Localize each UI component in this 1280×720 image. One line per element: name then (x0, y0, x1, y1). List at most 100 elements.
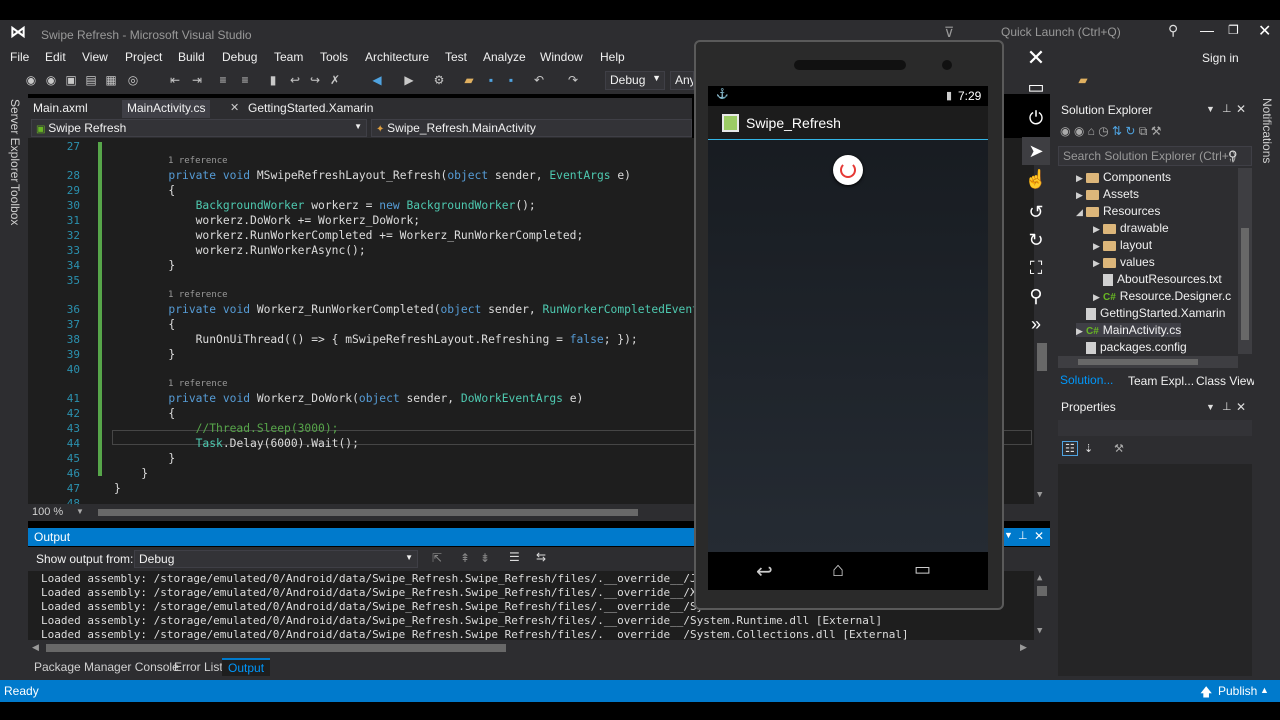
scroll-down-icon[interactable]: ▼ (1037, 490, 1042, 500)
panel-menu-icon[interactable]: ▼ (1206, 402, 1215, 412)
toolbox-tab[interactable]: Toolbox (8, 184, 22, 225)
publish-chevron-icon[interactable]: ▲ (1260, 685, 1269, 695)
clear-bookmarks-icon[interactable]: ✗ (328, 73, 342, 87)
expand-arrow-icon[interactable]: ▶ (1076, 190, 1086, 201)
find-message-icon[interactable]: ⇱ (432, 551, 442, 565)
tab-output[interactable]: Output (222, 658, 271, 676)
tree-item[interactable]: GettingStarted.Xamarin (1076, 306, 1225, 320)
tab-mainactivity-cs[interactable]: MainActivity.cs (122, 100, 211, 118)
project-dropdown[interactable]: ▣ Swipe Refresh ▼ (31, 119, 367, 137)
sync-icon[interactable]: ⇅ (1112, 124, 1125, 138)
scroll-up-icon[interactable]: ▲ (1037, 573, 1042, 583)
new-project-icon[interactable]: ▣ (64, 73, 78, 87)
menu-view[interactable]: View (82, 50, 108, 64)
menu-test[interactable]: Test (445, 50, 467, 64)
navigate-back-icon[interactable]: ◀ (370, 73, 384, 87)
open-folder-icon[interactable]: ▰ (462, 73, 476, 87)
expand-arrow-icon[interactable]: ▶ (1093, 241, 1103, 252)
tree-item[interactable]: AboutResources.txt (1093, 272, 1222, 286)
reference-count[interactable]: 1 reference (168, 379, 228, 389)
server-explorer-tab[interactable]: Server Explorer (8, 99, 22, 182)
undo-icon[interactable]: ↶ (532, 73, 546, 87)
save-all-icon[interactable]: ◎ (126, 73, 140, 87)
save-all-files-icon[interactable]: ▪ (504, 73, 518, 87)
rotate-right-icon[interactable]: ↻ (1022, 226, 1050, 254)
quick-launch-input[interactable]: Quick Launch (Ctrl+Q) (1001, 25, 1121, 39)
wrench-icon[interactable]: ⚒ (1151, 124, 1162, 138)
panel-menu-icon[interactable]: ▼ (1004, 530, 1013, 540)
bookmark-icon[interactable]: ▮ (266, 73, 280, 87)
configuration-dropdown[interactable]: Debug ▼ (605, 71, 665, 90)
tree-item[interactable]: ▶ C# MainActivity.cs (1076, 323, 1182, 337)
comment-icon[interactable]: ≡ (216, 73, 230, 87)
save-file-icon[interactable]: ▪ (484, 73, 498, 87)
pin-icon[interactable]: ⊥ (1018, 529, 1028, 542)
tab-package-manager-console[interactable]: Package Manager Console (34, 660, 179, 674)
close-emulator-icon[interactable]: ✕ (1022, 44, 1050, 72)
next-message-icon[interactable]: ⇟ (480, 551, 490, 565)
scroll-thumb[interactable] (1241, 228, 1249, 340)
history-icon[interactable]: ◷ (1098, 124, 1112, 138)
next-bookmark-icon[interactable]: ↪ (308, 73, 322, 87)
publish-icon[interactable]: 🡅 (1200, 683, 1212, 704)
close-panel-icon[interactable]: ✕ (1236, 400, 1246, 414)
zoom-level[interactable]: 100 % (32, 506, 63, 518)
menu-architecture[interactable]: Architecture (365, 50, 429, 64)
search-icon[interactable]: ⚲ (1228, 148, 1238, 164)
back-icon[interactable]: ◉ (1060, 124, 1074, 138)
home-icon[interactable]: ⌂ (1088, 124, 1099, 138)
forward-icon[interactable]: ◉ (44, 73, 58, 87)
tree-item[interactable]: ▶ drawable (1093, 221, 1169, 235)
scroll-left-icon[interactable]: ◀ (32, 642, 39, 653)
word-wrap-icon[interactable]: ⇆ (536, 550, 546, 564)
tab-class-view[interactable]: Class View (1196, 374, 1255, 388)
collapse-icon[interactable]: ⧉ (1139, 124, 1151, 138)
pointer-icon[interactable]: ➤ (1022, 137, 1050, 165)
emulator-screen[interactable]: ⚓ ▮ 7:29 Swipe_Refresh (708, 86, 988, 552)
close-panel-icon[interactable]: ✕ (1236, 102, 1246, 116)
publish-button[interactable]: Publish (1218, 684, 1257, 698)
close-tab-icon[interactable]: ✕ (230, 101, 239, 114)
menu-team[interactable]: Team (274, 50, 303, 64)
tree-item[interactable]: packages.config (1076, 340, 1187, 354)
tree-item[interactable]: ▶ Assets (1076, 187, 1139, 201)
output-source-dropdown[interactable]: Debug ▼ (134, 550, 418, 568)
back-icon[interactable]: ◉ (24, 73, 38, 87)
minimize-emulator-icon[interactable]: ▭ (1022, 73, 1050, 101)
reference-count[interactable]: 1 reference (168, 156, 228, 166)
expand-arrow-icon[interactable]: ▶ (1093, 224, 1103, 235)
menu-help[interactable]: Help (600, 50, 625, 64)
search-icon[interactable]: ⚲ (1168, 22, 1178, 39)
refresh-icon[interactable]: ↻ (1125, 124, 1138, 138)
menu-debug[interactable]: Debug (222, 50, 257, 64)
touch-icon[interactable]: ☝ (1022, 165, 1050, 193)
output-horizontal-scrollbar[interactable]: ◀ ▶ (28, 640, 1050, 656)
build-icon[interactable]: ⚙ (432, 73, 446, 87)
alphabetical-icon[interactable]: ⇣ (1084, 442, 1093, 455)
uncomment-icon[interactable]: ≡ (238, 73, 252, 87)
output-vertical-scrollbar[interactable]: ▲ ▼ (1034, 571, 1050, 640)
filter-icon[interactable]: ⊽ (944, 24, 954, 41)
forward-icon[interactable]: ◉ (1074, 124, 1088, 138)
tree-item[interactable]: ▶ values (1093, 255, 1155, 269)
restore-button[interactable]: ❐ (1228, 23, 1239, 37)
indent-icon[interactable]: ⇤ (168, 73, 182, 87)
fit-screen-icon[interactable]: ⛶ (1022, 254, 1050, 282)
tree-item[interactable]: ◢ Resources (1076, 204, 1160, 218)
close-panel-icon[interactable]: ✕ (1034, 529, 1044, 543)
horizontal-scrollbar[interactable] (98, 509, 638, 516)
pin-icon[interactable]: ⊥ (1222, 400, 1232, 413)
tab-main-axml[interactable]: Main.axml (28, 100, 93, 118)
more-tools-icon[interactable]: » (1022, 310, 1050, 338)
scroll-down-icon[interactable]: ▼ (1037, 626, 1042, 636)
close-window-button[interactable]: ✕ (1258, 21, 1271, 41)
tree-horizontal-scrollbar[interactable] (1058, 356, 1238, 368)
clear-all-icon[interactable]: ☰ (509, 550, 520, 564)
scroll-thumb[interactable] (1078, 359, 1198, 365)
menu-edit[interactable]: Edit (45, 50, 66, 64)
notifications-tab[interactable]: Notifications (1260, 98, 1274, 163)
reference-count[interactable]: 1 reference (168, 290, 228, 300)
zoom-icon[interactable]: ⚲ (1022, 282, 1050, 310)
platform-dropdown[interactable]: Any (670, 71, 694, 90)
expand-arrow-icon[interactable]: ▶ (1076, 326, 1086, 337)
